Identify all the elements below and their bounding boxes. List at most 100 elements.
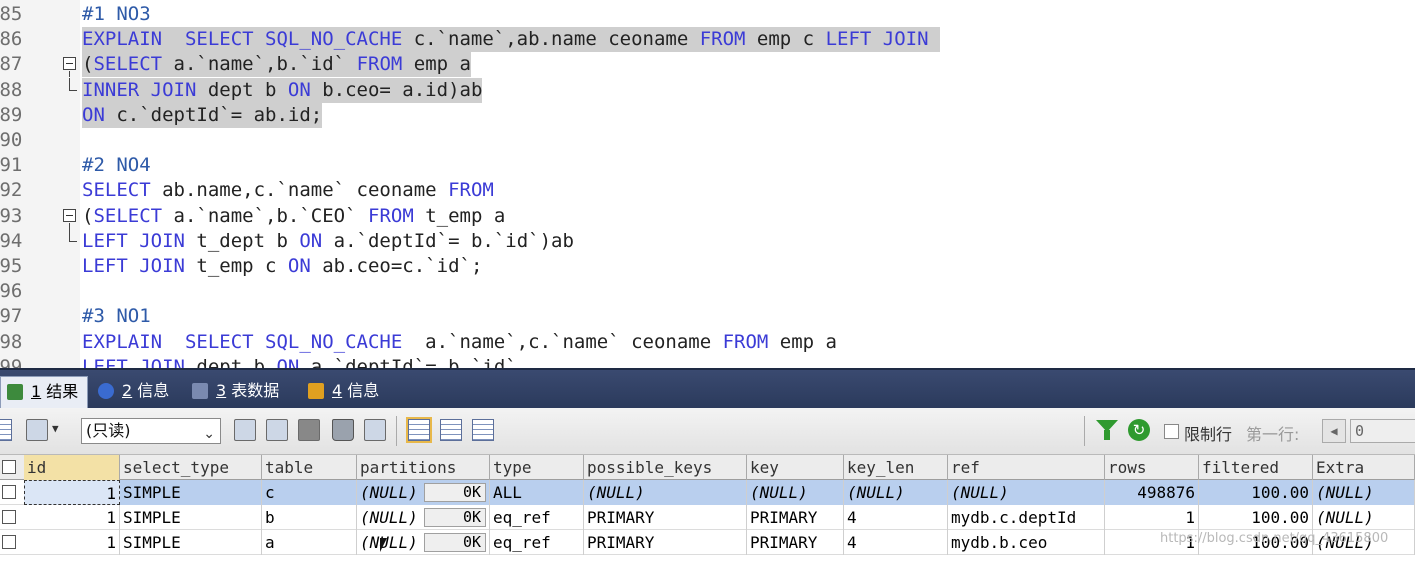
first-row-input[interactable]: 0 (1350, 419, 1415, 443)
previous-page-icon[interactable]: ◀ (1322, 419, 1346, 443)
fold-collapse-icon[interactable] (63, 208, 76, 222)
code-line[interactable]: 197 #3 NO1 (0, 304, 1415, 329)
blob-size-button[interactable]: 0K (424, 533, 486, 552)
cell-extra[interactable]: (NULL) (1313, 505, 1415, 530)
cell-table[interactable]: a (262, 530, 357, 555)
column-header-ref[interactable]: ref (948, 455, 1105, 480)
column-header-type[interactable]: type (490, 455, 584, 480)
tab-info-2[interactable]: 4 信息 (302, 376, 392, 408)
code-line[interactable]: 190 (0, 128, 1415, 153)
cell-key[interactable]: PRIMARY (747, 505, 844, 530)
cell-key-len[interactable]: 4 (844, 530, 948, 555)
filter-icon[interactable] (1096, 420, 1118, 440)
code-line[interactable]: 195 LEFT JOIN t_emp c ON ab.ceo=c.`id`; (0, 254, 1415, 279)
code-line[interactable]: 186 EXPLAIN SELECT SQL_NO_CACHE c.`name`,… (0, 27, 1415, 53)
code-line[interactable]: 188 INNER JOIN dept b ON b.ceo= a.id)ab (0, 77, 1415, 103)
cell-filtered[interactable]: 100.00 (1199, 480, 1313, 505)
cancel-changes-icon[interactable] (364, 419, 386, 441)
code-line[interactable]: 189 ON c.`deptId`= ab.id; (0, 102, 1415, 128)
cell-key[interactable]: (NULL) (747, 480, 844, 505)
code-line[interactable]: 196 (0, 279, 1415, 304)
column-header-extra[interactable]: Extra (1313, 455, 1415, 480)
column-header-select-type[interactable]: select_type (120, 455, 262, 480)
cell-filtered[interactable]: 100.00 (1199, 505, 1313, 530)
cell-key-len[interactable]: 4 (844, 505, 948, 530)
column-header-possible-keys[interactable]: possible_keys (584, 455, 747, 480)
cell-select-type[interactable]: SIMPLE (120, 505, 262, 530)
cell-id[interactable]: 1 (24, 530, 120, 555)
column-header-filtered[interactable]: filtered (1199, 455, 1313, 480)
cell-key-len[interactable]: (NULL) (844, 480, 948, 505)
cell-id[interactable]: 1 (24, 505, 120, 530)
tab-results[interactable]: 1 结果 (0, 376, 88, 408)
code-text: EXPLAIN SELECT SQL_NO_CACHE c.`name`,ab.… (82, 27, 940, 53)
column-header-table[interactable]: table (262, 455, 357, 480)
column-header-rows[interactable]: rows (1105, 455, 1199, 480)
blob-size-button[interactable]: 0K (424, 483, 486, 502)
table-row[interactable]: 1 SIMPLE c (NULL) ALL (NULL) (NULL) (NULL) (NULL… (0, 480, 1415, 505)
cell-type[interactable]: ALL (490, 480, 584, 505)
tab-table-data[interactable]: 3 表数据 (186, 376, 296, 408)
export-icon[interactable] (26, 419, 48, 441)
cell-ref[interactable]: (NULL) (948, 480, 1105, 505)
code-line[interactable]: 185 #1 NO3 (0, 2, 1415, 27)
result-tabs-bar: 1 结果 2 信息 3 表数据 4 信息 (0, 368, 1415, 408)
code-line[interactable]: 187 (SELECT a.`name`,b.`id` FROM emp a (0, 52, 1415, 78)
code-text: LEFT JOIN t_dept b ON a.`deptId`= b.`id`… (82, 229, 574, 254)
cell-extra[interactable]: (NULL) (1313, 480, 1415, 505)
cell-ref[interactable]: mydb.c.deptId (948, 505, 1105, 530)
refresh-icon[interactable]: ↻ (1128, 419, 1150, 441)
code-line[interactable]: 198 EXPLAIN SELECT SQL_NO_CACHE a.`name`,… (0, 330, 1415, 355)
column-header-partitions[interactable]: partitions (357, 455, 490, 480)
cell-key[interactable]: PRIMARY (747, 530, 844, 555)
column-header-id[interactable]: id (24, 455, 120, 480)
column-header-key[interactable]: key (747, 455, 844, 480)
chevron-down-icon: ⌄ (203, 426, 215, 442)
limit-rows-checkbox[interactable] (1164, 424, 1179, 439)
save-icon[interactable] (298, 419, 320, 441)
blob-size-button[interactable]: 0K (424, 508, 486, 527)
code-line[interactable]: 193 (SELECT a.`name`,b.`CEO` FROM t_emp a (0, 204, 1415, 229)
add-row-icon[interactable] (234, 419, 256, 441)
grid-mode-icon[interactable] (406, 417, 432, 443)
cell-ref[interactable]: mydb.b.ceo (948, 530, 1105, 555)
cell-table[interactable]: b (262, 505, 357, 530)
cell-select-type[interactable]: SIMPLE (120, 480, 262, 505)
sql-editor[interactable]: 185 #1 NO3 186 EXPLAIN SELECT SQL_NO_CACHE … (0, 0, 1415, 368)
export-dropdown-icon[interactable]: ▼ (52, 422, 59, 435)
cell-select-type[interactable]: SIMPLE (120, 530, 262, 555)
code-line[interactable]: 192 SELECT ab.name,c.`name` ceoname FROM (0, 178, 1415, 203)
sql-text: t_emp a (413, 204, 506, 227)
tab-info[interactable]: 2 信息 (92, 376, 178, 408)
cell-rows[interactable]: 1 (1105, 505, 1199, 530)
code-line[interactable]: 191 #2 NO4 (0, 153, 1415, 178)
cell-table[interactable]: c (262, 480, 357, 505)
cell-type[interactable]: eq_ref (490, 530, 584, 555)
code-line[interactable]: 194 LEFT JOIN t_dept b ON a.`deptId`= b.`… (0, 228, 1415, 254)
select-all-checkbox[interactable] (2, 460, 16, 474)
grid-view-icon[interactable] (0, 419, 12, 441)
table-row[interactable]: 1 SIMPLE b (NULL) eq_ref PRIMARY PRIMARY 4 mydb.… (0, 505, 1415, 530)
fold-guide (69, 77, 70, 90)
row-checkbox[interactable] (2, 485, 16, 499)
fold-collapse-icon[interactable] (63, 57, 76, 71)
text-mode-icon[interactable] (472, 419, 494, 441)
line-number: 185 (0, 3, 23, 25)
cell-possible-keys[interactable]: (NULL) (584, 480, 747, 505)
result-grid[interactable]: id select_type table partitions type pos… (0, 455, 1415, 561)
row-checkbox[interactable] (2, 535, 16, 549)
cell-possible-keys[interactable]: PRIMARY (584, 530, 747, 555)
sql-keyword: FROM (356, 53, 403, 76)
code-line[interactable]: 199 LEFT JOIN dept b ON a.`deptId`= b.`id… (0, 355, 1415, 368)
readonly-select[interactable]: (只读) ⌄ (81, 418, 221, 444)
cell-id[interactable]: 1 (24, 480, 120, 505)
cell-type[interactable]: eq_ref (490, 505, 584, 530)
delete-icon[interactable] (332, 419, 354, 441)
row-checkbox[interactable] (2, 510, 16, 524)
duplicate-row-icon[interactable] (266, 419, 288, 441)
fold-guide (69, 228, 70, 241)
cell-possible-keys[interactable]: PRIMARY (584, 505, 747, 530)
column-header-key-len[interactable]: key_len (844, 455, 948, 480)
cell-rows[interactable]: 498876 (1105, 480, 1199, 505)
form-mode-icon[interactable] (440, 419, 462, 441)
